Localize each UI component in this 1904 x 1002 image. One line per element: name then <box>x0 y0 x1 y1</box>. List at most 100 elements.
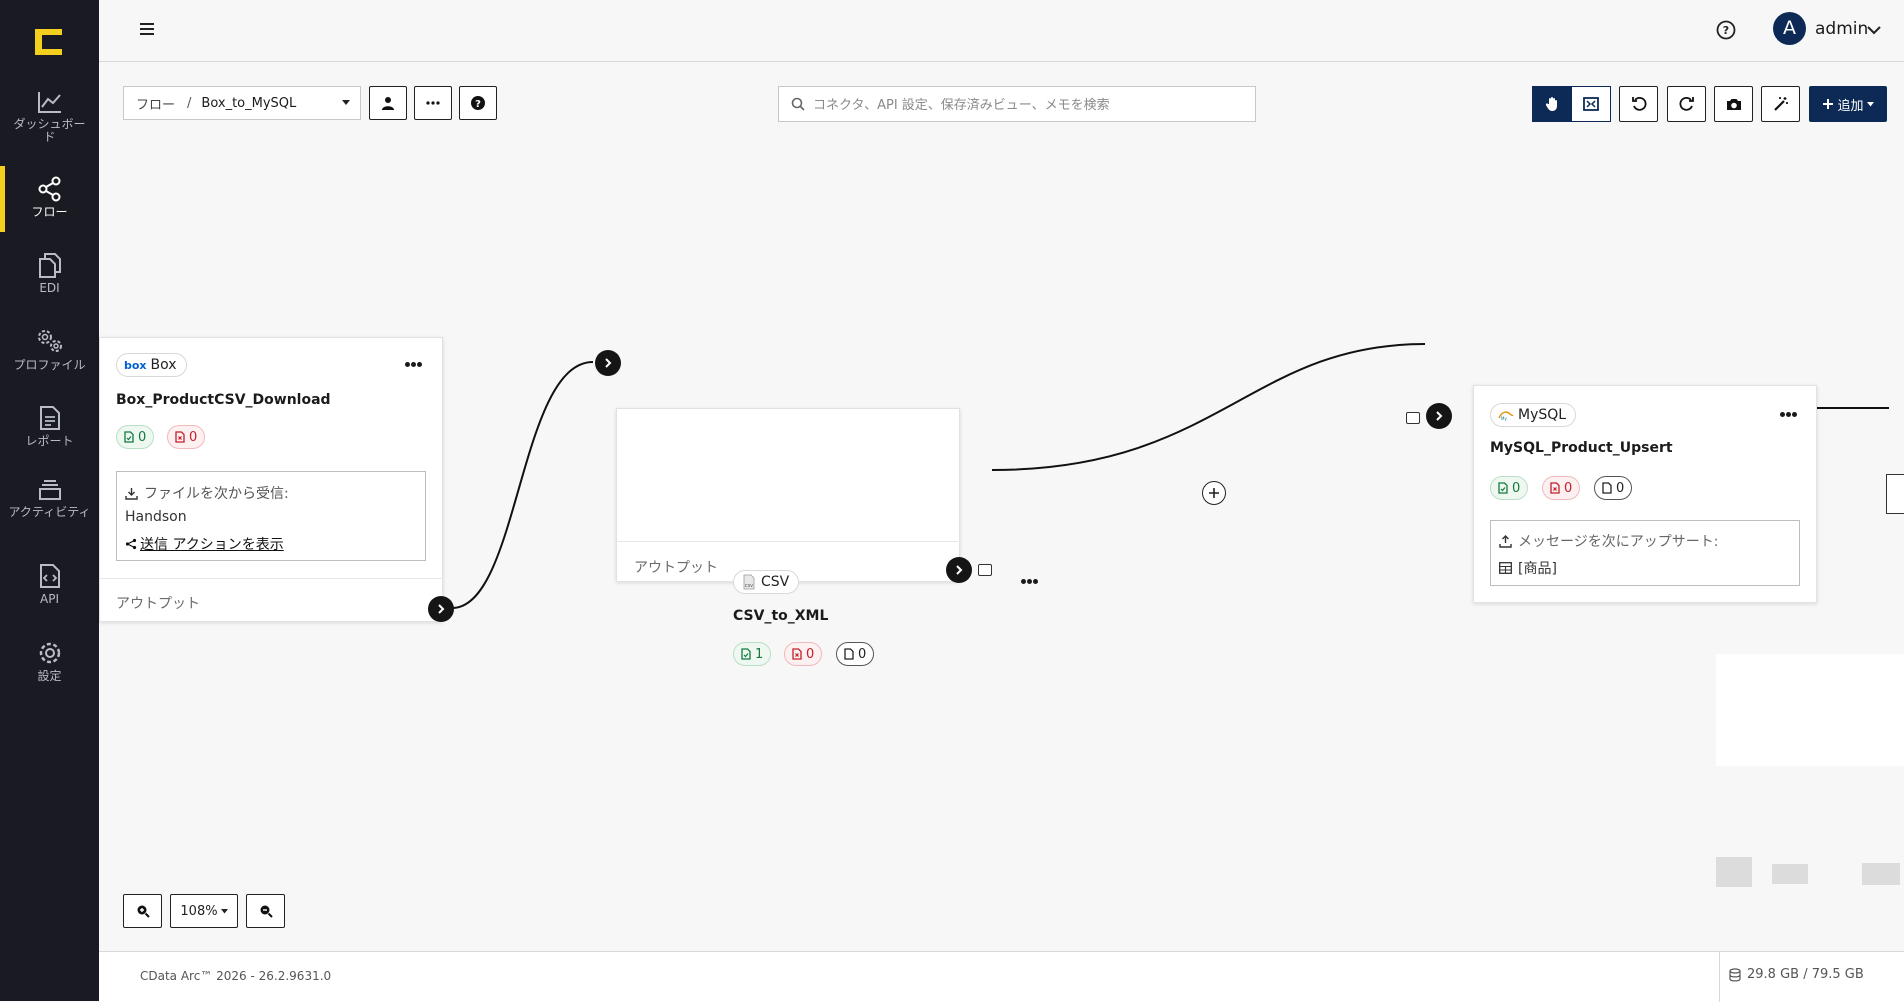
wire-handle-icon[interactable] <box>978 564 992 576</box>
wire-handle-icon[interactable] <box>1406 412 1420 424</box>
flow-more-button[interactable] <box>414 86 452 120</box>
hand-icon <box>1545 97 1557 111</box>
auto-arrange-button[interactable] <box>1761 86 1800 122</box>
error-count: 0 <box>1564 480 1573 496</box>
sidebar-item-profile[interactable]: プロファイル <box>0 327 99 372</box>
error-count-badge[interactable]: 0 <box>784 642 823 666</box>
chevron-down-icon[interactable] <box>1866 22 1882 38</box>
show-send-actions-text[interactable]: 送信 アクションを表示 <box>140 534 284 554</box>
success-count-badge[interactable]: 0 <box>116 425 155 449</box>
csv-node-content: csv CSV CSV_to_XML 1 0 0 <box>715 554 1059 728</box>
file-error-icon <box>792 648 802 660</box>
search-input[interactable] <box>811 93 1245 117</box>
add-button[interactable]: 追加 <box>1809 86 1887 122</box>
csv-output-port[interactable] <box>946 557 972 583</box>
node-menu-icon[interactable] <box>1021 579 1039 585</box>
error-count-badge[interactable]: 0 <box>1542 476 1581 500</box>
cdata-logo[interactable] <box>32 24 68 60</box>
gear-icon <box>39 642 60 664</box>
error-count: 0 <box>806 646 815 662</box>
success-count: 1 <box>755 646 764 662</box>
download-icon <box>125 487 138 500</box>
csv-input-port[interactable] <box>595 350 621 376</box>
minimap-node <box>1772 864 1808 884</box>
connector-type-label: Box <box>150 357 177 373</box>
undo-button[interactable] <box>1619 86 1658 122</box>
question-circle-icon: ? <box>471 96 485 110</box>
flow-help-button[interactable]: ? <box>459 86 497 120</box>
help-icon[interactable]: ? <box>1715 19 1737 41</box>
mysql-input-port[interactable] <box>1426 403 1452 429</box>
redo-button[interactable] <box>1667 86 1706 122</box>
chevron-right-icon <box>1436 411 1443 421</box>
minimap[interactable] <box>1716 654 1904 887</box>
sidebar-item-report[interactable]: レポート <box>0 405 99 448</box>
insert-connector-button[interactable] <box>1202 481 1226 505</box>
pan-mode-button[interactable] <box>1532 86 1572 122</box>
wire-box-to-csv <box>451 361 594 609</box>
node-name: CSV_to_XML <box>733 608 829 624</box>
mysql-logo-icon: My <box>1498 411 1514 421</box>
share-nodes-icon <box>38 176 60 202</box>
box-logo-icon: box <box>124 358 147 372</box>
node-menu-icon[interactable] <box>1780 412 1798 418</box>
sidebar-item-dashboard[interactable]: ダッシュボード <box>0 90 99 144</box>
sidebar-item-label: プロファイル <box>13 358 86 372</box>
fit-view-button[interactable] <box>1571 86 1611 122</box>
search-box[interactable] <box>778 86 1256 122</box>
top-header <box>99 0 1904 62</box>
connector-node-box[interactable]: box Box Box_ProductCSV_Download 0 0 ファイル… <box>99 337 443 622</box>
breadcrumb-separator: / <box>187 95 192 111</box>
documents-icon <box>38 253 61 278</box>
stack-icon <box>38 480 61 500</box>
sidebar-item-label: アクティビティ <box>8 505 91 519</box>
sidebar-item-label: API <box>40 592 59 606</box>
sidebar-item-flow[interactable]: フロー <box>0 166 99 232</box>
api-file-icon <box>39 564 60 588</box>
connector-type-chip: csv CSV <box>733 570 800 594</box>
camera-icon <box>1726 99 1741 110</box>
breadcrumb-flow-name: Box_to_MySQL <box>201 95 297 111</box>
breadcrumb-root[interactable]: フロー <box>136 94 175 113</box>
sidebar-item-api[interactable]: API <box>0 563 99 606</box>
flow-breadcrumb[interactable]: フロー / Box_to_MySQL <box>123 86 361 120</box>
ellipsis-icon <box>426 101 440 105</box>
node-menu-icon[interactable] <box>405 362 423 368</box>
success-count-badge[interactable]: 1 <box>733 642 772 666</box>
avatar[interactable]: A <box>1773 12 1806 45</box>
caret-down-icon <box>220 908 228 913</box>
user-name[interactable]: admin <box>1815 19 1868 39</box>
upload-icon <box>1499 534 1512 548</box>
pending-count-badge[interactable]: 0 <box>836 642 875 666</box>
zoom-out-button[interactable] <box>246 894 285 928</box>
output-label: アウトプット <box>116 596 200 612</box>
next-connector-edge[interactable] <box>1886 474 1904 514</box>
redo-icon <box>1679 96 1694 111</box>
zoom-in-icon <box>137 905 150 918</box>
hamburger-menu-icon[interactable] <box>136 18 158 40</box>
sidebar-item-settings[interactable]: 設定 <box>0 640 99 683</box>
success-count-badge[interactable]: 0 <box>1490 476 1529 500</box>
sidebar-item-label: レポート <box>25 434 74 448</box>
zoom-out-icon <box>260 905 273 918</box>
undo-icon <box>1631 96 1646 111</box>
minimap-node <box>1716 857 1752 887</box>
zoom-in-button[interactable] <box>123 894 162 928</box>
sidebar-item-activity[interactable]: アクティビティ <box>0 478 99 519</box>
sidebar: ダッシュボード フロー EDI プロファイル レポート アクティビティ API … <box>0 0 99 1001</box>
chevron-right-icon <box>605 358 612 368</box>
magic-wand-icon <box>1773 97 1788 111</box>
box-output-port[interactable] <box>428 596 454 622</box>
pending-count-badge[interactable]: 0 <box>1594 476 1633 500</box>
file-check-icon <box>741 648 751 660</box>
show-send-actions-link[interactable]: 送信 アクションを表示 <box>125 534 284 554</box>
receive-info-box: ファイルを次から受信: Handson 送信 アクションを表示 <box>116 471 426 561</box>
sidebar-item-edi[interactable]: EDI <box>0 252 99 295</box>
connector-type-chip: My MySQL <box>1490 403 1577 427</box>
error-count-badge[interactable]: 0 <box>167 425 206 449</box>
pending-count: 0 <box>858 646 867 662</box>
snapshot-button[interactable] <box>1714 86 1753 122</box>
zoom-level-dropdown[interactable]: 108% <box>170 894 238 928</box>
flow-owner-button[interactable] <box>369 86 407 120</box>
table-icon <box>1499 562 1512 574</box>
